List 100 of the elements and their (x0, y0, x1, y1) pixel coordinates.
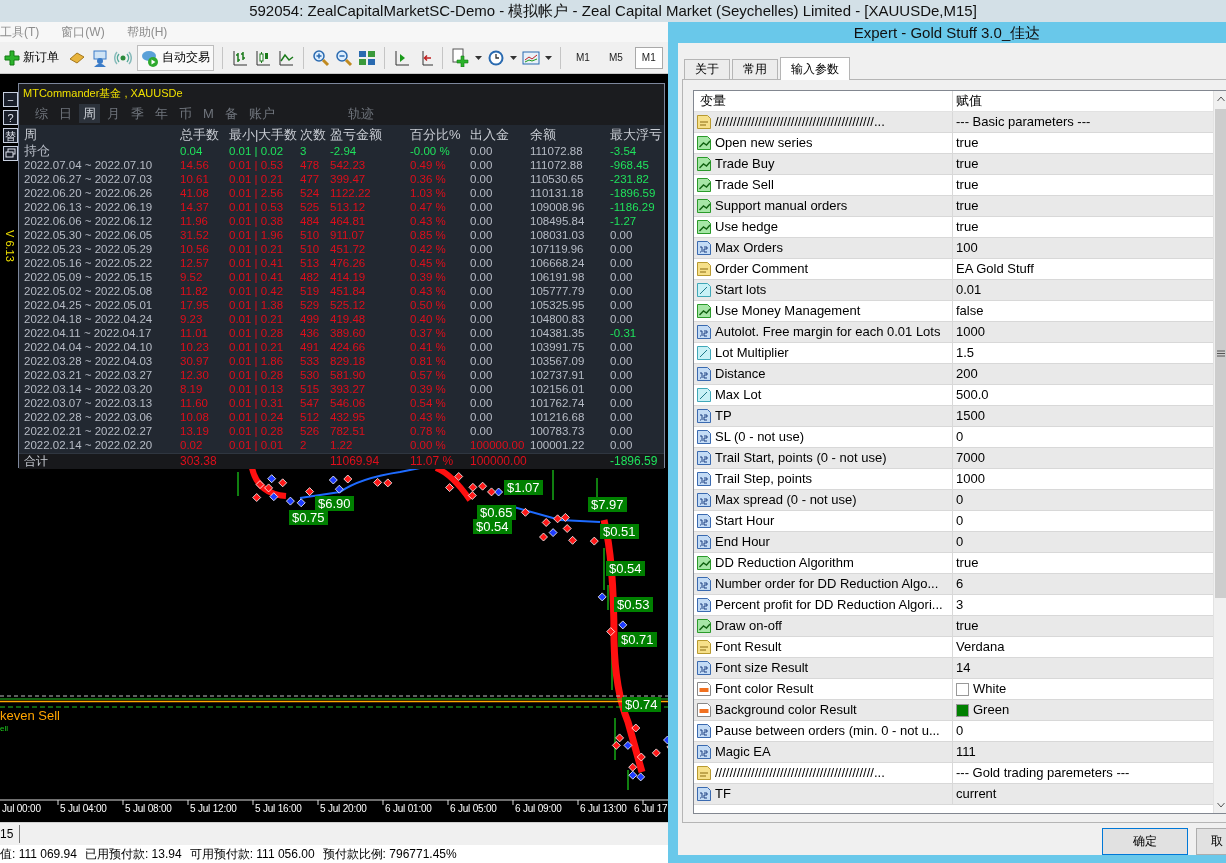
param-value[interactable]: 3 (956, 597, 964, 613)
param-value[interactable]: 0 (956, 534, 964, 550)
param-value[interactable]: 100 (956, 240, 978, 256)
dialog-tab[interactable]: 关于 (684, 59, 730, 79)
table-cell-text: 0.00 (470, 340, 494, 354)
table-cell-text: 0.00 (470, 172, 494, 186)
table-cell-text: 105777.79 (530, 284, 586, 298)
period-tab[interactable]: 综 (31, 104, 52, 123)
period-tab[interactable]: 年 (151, 104, 172, 123)
table-cell-text: 0.00 (610, 340, 634, 354)
period-tab[interactable]: 周 (79, 104, 100, 123)
param-value[interactable]: 1.5 (956, 345, 975, 361)
table-cell-text: 102156.01 (530, 382, 586, 396)
time-label: 5 Jul 20:00 (320, 803, 367, 815)
table-cell-text: 102737.91 (530, 368, 586, 382)
status-text: 预付款比例: 796771.45% (322, 846, 457, 862)
param-value[interactable]: 500.0 (956, 387, 989, 403)
param-value[interactable]: Green (973, 702, 1010, 718)
param-name: Max Lot (715, 387, 762, 403)
param-name: Pause between orders (min. 0 - not u... (715, 723, 940, 739)
table-cell-text: 0.00 (610, 410, 634, 424)
table-cell-text: 0.00 (470, 242, 494, 256)
param-value[interactable]: true (956, 156, 979, 172)
table-cell-text: 0.04 (180, 144, 204, 158)
param-value[interactable]: 0 (956, 723, 964, 739)
new-order-button[interactable]: 新订单 (0, 44, 63, 71)
table-cell-text: 0.01 | 0.24 (229, 410, 285, 424)
param-name: Magic EA (715, 744, 771, 760)
panel-button[interactable]: ? (3, 110, 18, 125)
param-value[interactable]: 111 (956, 744, 976, 760)
param-value[interactable]: 0 (956, 429, 964, 445)
table-cell-text: 103991.75 (530, 340, 586, 354)
period-tab[interactable]: 备 (220, 104, 242, 123)
param-value[interactable]: 14 (956, 660, 971, 676)
timeframe-button[interactable]: M1 (634, 46, 663, 69)
table-cell-text: 107119.96 (530, 242, 585, 256)
timeframe-button[interactable]: M5 (601, 46, 630, 69)
cancel-button[interactable]: 取 (1196, 828, 1226, 855)
table-cell-text: 0.00 (610, 228, 634, 242)
table-cell-text: 10.23 (180, 340, 210, 354)
table-cell-text: 0.00 (470, 410, 494, 424)
param-value[interactable]: --- Gold trading paremeters --- (956, 765, 1130, 781)
param-name: Background color Result (715, 702, 857, 718)
param-value[interactable]: 0.01 (956, 282, 982, 298)
period-tab[interactable]: 日 (55, 104, 76, 123)
table-cell-text: 8.19 (180, 382, 204, 396)
param-value[interactable]: true (956, 135, 979, 151)
period-tab[interactable]: 季 (127, 104, 148, 123)
table-cell-text: 0.85 % (410, 228, 447, 242)
ok-button[interactable]: 确定 (1102, 828, 1188, 855)
param-value[interactable]: 6 (956, 576, 964, 592)
table-cell-text: -1896.59 (610, 186, 657, 200)
table-cell-text: 0.01 | 0.28 (229, 424, 285, 438)
param-name: Draw on-off (715, 618, 782, 634)
param-value[interactable]: 1000 (956, 471, 985, 487)
dialog-tab[interactable]: 输入参数 (780, 57, 850, 80)
table-cell-text: 525.12 (330, 298, 367, 312)
param-value[interactable]: true (956, 618, 979, 634)
table-cell-text: 513.12 (330, 200, 367, 214)
param-value[interactable]: 1500 (956, 408, 985, 424)
period-tab[interactable]: 币 (175, 104, 196, 123)
panel-button[interactable]: − (3, 92, 18, 107)
auto-trading-button[interactable]: 自动交易 (137, 44, 214, 71)
param-value[interactable]: EA Gold Stuff (956, 261, 1034, 277)
table-cell-text: 0.00 % (410, 438, 447, 452)
panel-button[interactable]: 替 (3, 128, 18, 143)
table-cell-text: 10.61 (180, 172, 210, 186)
param-value[interactable]: 1000 (956, 324, 985, 340)
table-cell-text: 0.01 | 0.02 (229, 144, 285, 158)
param-value[interactable]: true (956, 219, 979, 235)
table-cell-text: 482 (300, 270, 321, 284)
table-cell-text: 414.19 (330, 270, 367, 284)
param-value[interactable]: true (956, 198, 979, 214)
timeframe-button[interactable]: M1 (569, 46, 597, 69)
table-cell-text: 451.84 (330, 284, 367, 298)
param-value[interactable]: 0 (956, 492, 964, 508)
param-value[interactable]: 200 (956, 366, 978, 382)
param-value[interactable]: true (956, 177, 979, 193)
param-name: Trail Start, points (0 - not use) (715, 450, 887, 466)
param-value[interactable]: 7000 (956, 450, 985, 466)
table-cell-text: 399.47 (330, 172, 367, 186)
price-label: $0.51 (600, 524, 639, 539)
param-value[interactable]: --- Basic parameters --- (956, 114, 1091, 130)
time-label: 6 Jul 13:00 (580, 803, 627, 815)
param-value[interactable]: White (973, 681, 1007, 697)
param-value[interactable]: Verdana (956, 639, 1005, 655)
terminal-tab[interactable]: 15 (0, 825, 21, 843)
period-tab[interactable]: 账户 (244, 104, 279, 123)
param-value[interactable]: true (956, 555, 979, 571)
table-cell-text: 10.08 (180, 410, 210, 424)
row-label: 合计 (24, 454, 49, 469)
param-value[interactable]: current (956, 786, 997, 802)
param-value[interactable]: false (956, 303, 984, 319)
param-name: Distance (715, 366, 766, 382)
period-tab[interactable]: 轨迹 (343, 104, 378, 123)
period-tab[interactable]: 月 (103, 104, 124, 123)
dialog-tab[interactable]: 常用 (732, 59, 778, 79)
period-tab[interactable]: M (199, 104, 218, 123)
param-value[interactable]: 0 (956, 513, 964, 529)
table-cell-text: 510 (300, 228, 321, 242)
